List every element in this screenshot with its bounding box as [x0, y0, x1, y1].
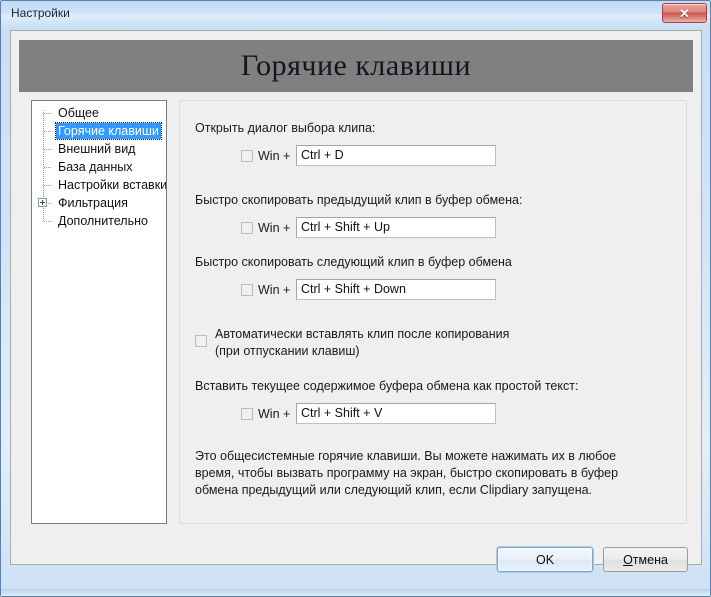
autopaste-label-line1: Автоматически вставлять клип после копир… — [215, 327, 510, 341]
tree-indent — [32, 176, 56, 194]
win-modifier-label: Win + — [258, 407, 291, 421]
tree-indent — [32, 212, 56, 230]
client-area: Горячие клавиши Общее Горячие клавиши Внеш… — [10, 30, 702, 565]
page-header-banner: Горячие клавиши — [19, 40, 693, 92]
hotkey-row: Win + Ctrl + Shift + Up — [195, 217, 522, 239]
expand-plus-icon[interactable] — [38, 198, 47, 207]
hotkey-label: Вставить текущее содержимое буфера обмен… — [195, 379, 579, 393]
sidebar-item-label: Горячие клавиши — [55, 122, 162, 140]
tree-indent — [32, 194, 56, 212]
sidebar-item-1[interactable]: Общее — [32, 104, 166, 122]
autopaste-label: Автоматически вставлять клип после копир… — [215, 326, 509, 360]
win-modifier-group[interactable]: Win + — [241, 145, 290, 167]
sidebar-item-label: Настройки вставки — [58, 178, 167, 192]
tree-indent — [32, 140, 56, 158]
win-modifier-checkbox[interactable] — [241, 150, 253, 162]
settings-tree-panel[interactable]: Общее Горячие клавиши Внешний вид База данн… — [31, 100, 167, 524]
cancel-button[interactable]: Отмена — [603, 547, 688, 572]
win-modifier-group[interactable]: Win + — [241, 217, 290, 239]
hotkey-group-copy-next: Быстро скопировать следующий клип в буфе… — [195, 254, 512, 301]
sidebar-item-4[interactable]: База данных — [32, 158, 166, 176]
hotkey-input[interactable]: Ctrl + Shift + Down — [296, 279, 496, 300]
sidebar-item-6[interactable]: Фильтрация — [32, 194, 166, 212]
sidebar-item-5[interactable]: Настройки вставки — [32, 176, 166, 194]
hotkey-label: Быстро скопировать предыдущий клип в буф… — [195, 193, 523, 207]
tree-line — [44, 185, 52, 186]
sidebar-item-label: База данных — [58, 160, 133, 174]
hotkey-row: Win + Ctrl + Shift + Down — [195, 279, 512, 301]
tree-indent — [32, 122, 56, 140]
sidebar-item-label: Фильтрация — [58, 196, 128, 210]
win-modifier-checkbox[interactable] — [241, 408, 253, 420]
hotkey-input[interactable]: Ctrl + Shift + Up — [296, 217, 496, 238]
page-title: Горячие клавиши — [240, 49, 472, 82]
close-icon: ✕ — [679, 5, 690, 21]
window-title: Настройки — [11, 6, 70, 20]
tree-line — [43, 110, 44, 122]
win-modifier-group[interactable]: Win + — [241, 403, 290, 425]
win-modifier-checkbox[interactable] — [241, 284, 253, 296]
tree-line — [44, 221, 52, 222]
hotkey-group-open-dialog: Открыть диалог выбора клипа: Win + Ctrl … — [195, 120, 496, 167]
settings-tree: Общее Горячие клавиши Внешний вид База данн… — [32, 104, 166, 230]
autopaste-group[interactable]: Автоматически вставлять клип после копир… — [195, 326, 509, 360]
hotkey-group-copy-previous: Быстро скопировать предыдущий клип в буф… — [195, 192, 522, 239]
win-modifier-group[interactable]: Win + — [241, 279, 290, 301]
tree-line — [43, 212, 44, 221]
ok-button[interactable]: OK — [497, 547, 593, 572]
title-bar: Настройки ✕ — [1, 1, 710, 27]
cancel-rest-letters: тмена — [632, 552, 668, 567]
sidebar-item-7[interactable]: Дополнительно — [32, 212, 166, 230]
cancel-button-label: Отмена — [623, 553, 668, 567]
win-modifier-label: Win + — [258, 283, 291, 297]
tree-line — [44, 149, 52, 150]
win-modifier-label: Win + — [258, 149, 291, 163]
tree-line — [44, 113, 52, 114]
close-button[interactable]: ✕ — [662, 3, 707, 23]
hotkey-label: Быстро скопировать следующий клип в буфе… — [195, 255, 512, 269]
hotkey-label: Открыть диалог выбора клипа: — [195, 121, 376, 135]
win-modifier-checkbox[interactable] — [241, 222, 253, 234]
ok-button-label: OK — [535, 552, 555, 567]
sidebar-item-label: Общее — [58, 106, 99, 120]
sidebar-item-3[interactable]: Внешний вид — [32, 140, 166, 158]
autopaste-checkbox[interactable] — [195, 335, 207, 347]
hotkey-input[interactable]: Ctrl + Shift + V — [296, 403, 496, 424]
hotkey-row: Win + Ctrl + Shift + V — [195, 403, 578, 425]
sidebar-item-label: Дополнительно — [58, 214, 148, 228]
tree-indent — [32, 158, 56, 176]
sidebar-item-label: Внешний вид — [58, 142, 136, 156]
settings-window: Настройки ✕ Горячие клавиши Общее Горячие… — [0, 0, 711, 597]
hotkey-input[interactable]: Ctrl + D — [296, 145, 496, 166]
hotkey-group-paste-plaintext: Вставить текущее содержимое буфера обмен… — [195, 378, 578, 425]
cancel-accel-letter: О — [623, 552, 633, 567]
win-modifier-label: Win + — [258, 221, 291, 235]
window-bottom-strip — [1, 589, 710, 596]
sidebar-item-2[interactable]: Горячие клавиши — [32, 122, 166, 140]
hotkeys-content-panel: Открыть диалог выбора клипа: Win + Ctrl … — [179, 100, 687, 524]
autopaste-label-line2: (при отпускании клавиш) — [215, 344, 360, 358]
tree-line — [44, 167, 52, 168]
hotkeys-description: Это общесистемные горячие клавиши. Вы мо… — [195, 449, 619, 497]
tree-indent — [32, 104, 56, 122]
hotkey-row: Win + Ctrl + D — [195, 145, 496, 167]
tree-line — [44, 131, 52, 132]
